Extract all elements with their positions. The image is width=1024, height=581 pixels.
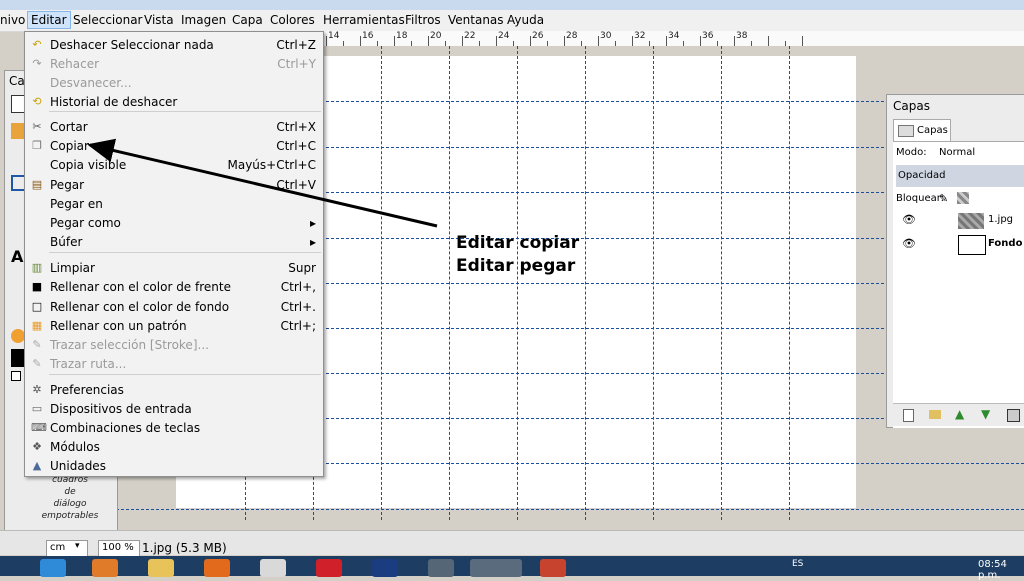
chevron-down-icon: ▾: [75, 541, 80, 551]
gimp-icon[interactable]: [470, 559, 522, 577]
image-info: 1.jpg (5.3 MB): [142, 541, 227, 555]
folder-icon[interactable]: [148, 559, 174, 577]
annotation-arrow: [87, 138, 438, 228]
status-bar: cm ▾ 100 % 1.jpg (5.3 MB): [0, 530, 1024, 557]
arrow-line: [87, 138, 438, 228]
taskbar: ES 08:54 p.m.: [0, 556, 1024, 581]
zoom-select[interactable]: 100 %: [98, 540, 140, 557]
opera-icon[interactable]: [316, 559, 342, 577]
language-indicator[interactable]: ES: [792, 559, 803, 569]
app-icon[interactable]: [428, 559, 454, 577]
unit-select[interactable]: cm ▾: [46, 540, 88, 557]
unit-value: cm: [50, 542, 66, 553]
powerpoint-icon[interactable]: [540, 559, 566, 577]
media-icon[interactable]: [92, 559, 118, 577]
clock: 08:54 p.m.: [978, 559, 1007, 581]
firefox-icon[interactable]: [204, 559, 230, 577]
chrome-icon[interactable]: [260, 559, 286, 577]
photoshop-icon[interactable]: [372, 559, 398, 577]
zoom-value: 100 %: [102, 542, 134, 553]
ie-icon[interactable]: [40, 559, 66, 577]
